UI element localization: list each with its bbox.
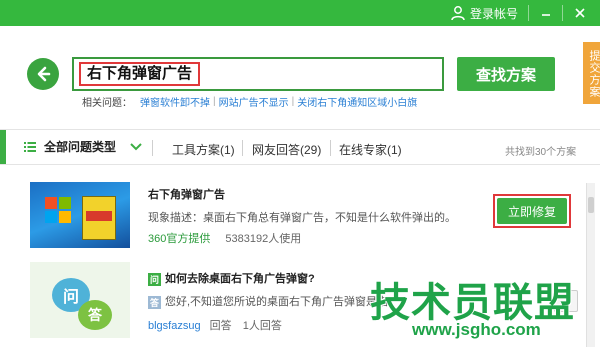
fix-now-button[interactable]: 立即修复 bbox=[497, 198, 567, 224]
related-link-3[interactable]: 关闭右下角通知区域小白旗 bbox=[297, 94, 417, 109]
tab-tools[interactable]: 工具方案(1) bbox=[172, 141, 235, 158]
tab-user-answers[interactable]: 网友回答(29) bbox=[252, 141, 321, 158]
back-button[interactable] bbox=[27, 58, 59, 90]
divider bbox=[152, 140, 153, 156]
active-indicator bbox=[0, 130, 6, 164]
answer-bubble-icon: 答 bbox=[78, 300, 112, 330]
minimize-button[interactable] bbox=[536, 3, 556, 23]
chevron-down-icon[interactable] bbox=[129, 140, 143, 154]
answer-badge: 答 bbox=[148, 295, 161, 309]
related-questions: 相关问题： 弹窗软件卸不掉 | 网站广告不显示 | 关闭右下角通知区域小白旗 bbox=[82, 94, 417, 109]
search-button[interactable]: 查找方案 bbox=[457, 57, 555, 91]
close-icon bbox=[575, 8, 585, 18]
result-usage: 5383192人使用 bbox=[225, 233, 302, 245]
divider bbox=[562, 5, 563, 21]
search-query[interactable]: 右下角弹窗广告 bbox=[79, 62, 201, 86]
watermark-url: www.jsgho.com bbox=[412, 320, 541, 339]
related-link-1[interactable]: 弹窗软件卸不掉 bbox=[140, 94, 210, 109]
divider bbox=[528, 5, 529, 21]
divider bbox=[242, 140, 243, 156]
title-bar: 登录帐号 bbox=[0, 0, 600, 26]
result-description-text: 您好,不知道您所说的桌面右下角广告弹窗是指 bbox=[165, 296, 389, 308]
all-types-label: 全部问题类型 bbox=[44, 140, 117, 154]
category-bar: 全部问题类型 工具方案(1) 网友回答(29) 在线专家(1) 共找到30个方案 bbox=[0, 129, 600, 165]
divider bbox=[330, 140, 331, 156]
result-title-text: 如何去除桌面右下角广告弹窗? bbox=[165, 273, 315, 285]
result-meta: blgsfazsug 回答 1人回答 bbox=[148, 317, 282, 333]
list-icon bbox=[24, 141, 36, 152]
result-description: 现象描述：桌面右下角总有弹窗广告，不知是什么软件弹出的。 bbox=[148, 212, 456, 224]
answer-user[interactable]: blgsfazsug bbox=[148, 320, 201, 332]
close-button[interactable] bbox=[570, 3, 590, 23]
result-meta: 360官方提供 5383192人使用 bbox=[148, 230, 301, 246]
related-label: 相关问题： bbox=[82, 97, 132, 109]
result-count: 共找到30个方案 bbox=[505, 147, 577, 158]
windows-software-thumbnail bbox=[30, 182, 130, 248]
qa-bubbles-thumbnail: 问 答 bbox=[30, 262, 130, 338]
result-title[interactable]: 问如何去除桌面右下角广告弹窗? bbox=[148, 270, 315, 286]
software-box-image bbox=[82, 196, 116, 240]
result-item: 右下角弹窗广告 现象描述：桌面右下角总有弹窗广告，不知是什么软件弹出的。 360… bbox=[14, 172, 581, 248]
question-badge: 问 bbox=[148, 272, 161, 286]
tab-experts[interactable]: 在线专家(1) bbox=[339, 141, 402, 158]
scrollbar-thumb[interactable] bbox=[588, 197, 594, 213]
related-link-2[interactable]: 网站广告不显示 bbox=[219, 94, 289, 109]
divider: | bbox=[213, 95, 216, 107]
result-description: 答您好,不知道您所说的桌面右下角广告弹窗是指 bbox=[148, 293, 388, 309]
login-label: 登录帐号 bbox=[470, 6, 519, 21]
result-title[interactable]: 右下角弹窗广告 bbox=[148, 186, 225, 202]
answer-count: 1人回答 bbox=[242, 320, 282, 332]
divider: | bbox=[291, 95, 295, 107]
watermark: 技术员联盟 www.jsgho.com bbox=[366, 270, 596, 347]
result-source[interactable]: 360官方提供 bbox=[148, 233, 210, 245]
submit-solution-tab[interactable]: 提交方案 bbox=[583, 42, 600, 104]
windows-logo-icon bbox=[45, 197, 71, 223]
minimize-icon bbox=[542, 14, 550, 16]
all-types-dropdown[interactable]: 全部问题类型 bbox=[24, 138, 116, 155]
search-input[interactable]: 右下角弹窗广告 bbox=[72, 57, 444, 91]
login-account[interactable]: 登录帐号 bbox=[450, 3, 518, 23]
arrow-left-icon bbox=[37, 66, 51, 82]
user-icon bbox=[451, 6, 465, 21]
answer-label: 回答 bbox=[209, 320, 232, 332]
